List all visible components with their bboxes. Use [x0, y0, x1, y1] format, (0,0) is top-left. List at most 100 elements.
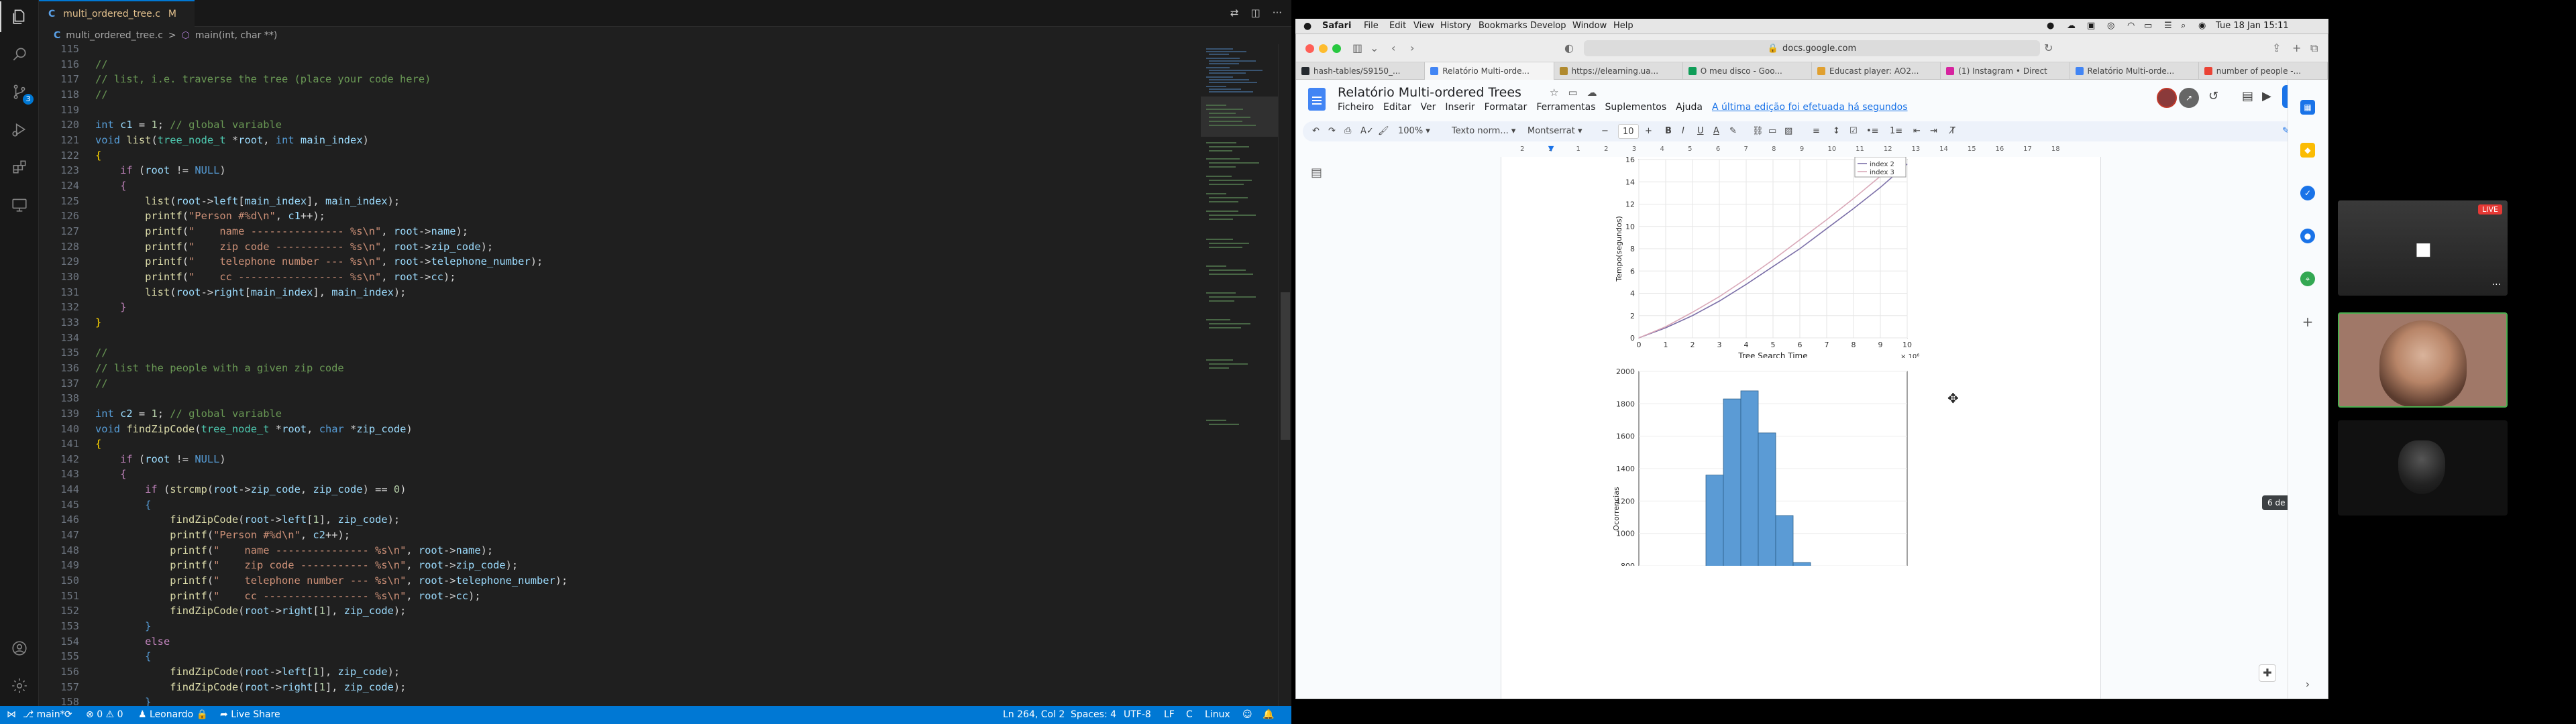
insert-image-icon[interactable]: ▨ — [1784, 121, 1792, 141]
code-line[interactable]: 151 printf(" cc ----------------- %s\n",… — [39, 589, 1201, 604]
code-line[interactable]: 121 void list(tree_node_t *root, int main… — [39, 133, 1201, 148]
editor-scrollbar[interactable] — [1278, 44, 1291, 706]
highlight-icon[interactable]: ✎ — [1729, 121, 1737, 141]
editor-tab-multi-ordered-tree[interactable]: C multi_ordered_tree.c M — [39, 0, 195, 27]
code-line[interactable]: 154 else — [39, 634, 1201, 650]
menu-help[interactable]: Help — [1613, 19, 1633, 34]
video-tile-participant[interactable] — [2338, 420, 2508, 516]
end-of-line[interactable]: LF — [1164, 706, 1175, 724]
code-line[interactable]: 146 findZipCode(root->left[1], zip_code)… — [39, 512, 1201, 528]
screen-share-icon[interactable]: ◎ — [2107, 19, 2114, 34]
menu-develop[interactable]: Develop — [1530, 19, 1566, 34]
new-tab-icon[interactable]: + — [2292, 42, 2301, 55]
calendar-icon[interactable]: ▦ — [2300, 100, 2315, 115]
apple-icon[interactable]: ● — [1303, 19, 1311, 34]
code-line[interactable]: 140 void findZipCode(tree_node_t *root, c… — [39, 422, 1201, 437]
branch-indicator[interactable]: ⎇ main* — [23, 706, 65, 724]
code-line[interactable]: 141 { — [39, 436, 1201, 452]
share-icon[interactable]: ⇪ — [2272, 42, 2281, 55]
italic-icon[interactable]: I — [1682, 121, 1684, 141]
docs-menu-ver[interactable]: Ver — [1420, 102, 1436, 113]
docs-menu-ferramentas[interactable]: Ferramentas — [1536, 102, 1595, 113]
docs-menu-suplementos[interactable]: Suplementos — [1605, 102, 1667, 113]
clear-formatting-icon[interactable]: T̸ — [1950, 121, 1955, 141]
zoom-select[interactable]: 100% ▾ — [1398, 121, 1430, 141]
redo-icon[interactable]: ↷ — [1328, 121, 1336, 141]
wifi-icon[interactable]: ◠ — [2127, 19, 2135, 34]
code-line[interactable]: 138 — [39, 391, 1201, 406]
code-line[interactable]: 125 list(root->left[main_index], main_in… — [39, 194, 1201, 209]
scrollbar-thumb[interactable] — [1281, 292, 1290, 440]
code-line[interactable]: 152 findZipCode(root->right[1], zip_code… — [39, 603, 1201, 619]
docs-menu-inserir[interactable]: Inserir — [1445, 102, 1474, 113]
code-line[interactable]: 116 // — [39, 57, 1201, 72]
text-color-icon[interactable]: A — [1713, 121, 1719, 141]
camera-status-icon[interactable]: ▣ — [2087, 19, 2095, 34]
menu-window[interactable]: Window — [1572, 19, 1607, 34]
code-line[interactable]: 131 list(root->right[main_index], main_i… — [39, 285, 1201, 300]
last-edit-link[interactable]: A última edição foi efetuada há segundos — [1712, 102, 1908, 113]
back-icon[interactable]: ‹ — [1391, 42, 1395, 55]
code-line[interactable]: 123 if (root != NULL) — [39, 163, 1201, 178]
tab-overview-icon[interactable]: ⧉ — [2310, 42, 2318, 55]
notifications-bell-icon[interactable]: 🔔 — [1263, 706, 1274, 724]
bulleted-list-icon[interactable]: •≡ — [1866, 121, 1879, 141]
style-select[interactable]: Texto norm... ▾ — [1452, 121, 1515, 141]
remote-indicator-icon[interactable]: ⋈ — [7, 706, 16, 724]
code-line[interactable]: 122 { — [39, 148, 1201, 164]
remote-explorer-icon[interactable] — [9, 194, 30, 215]
explore-button[interactable]: ✚ — [2259, 664, 2276, 682]
reload-icon[interactable]: ↻ — [2044, 42, 2053, 55]
code-line[interactable]: 142 if (root != NULL) — [39, 452, 1201, 467]
code-line[interactable]: 158 } — [39, 695, 1201, 706]
spotlight-icon[interactable]: ⌕ — [2181, 19, 2186, 34]
code-line[interactable]: 145 { — [39, 497, 1201, 513]
encoding[interactable]: UTF-8 — [1124, 706, 1151, 724]
run-debug-icon[interactable] — [9, 119, 30, 139]
browser-tab[interactable]: Educast player: AO2... — [1812, 62, 1941, 80]
code-line[interactable]: 115 — [39, 44, 1201, 57]
font-select[interactable]: Montserrat ▾ — [1527, 121, 1582, 141]
code-line[interactable]: 127 printf(" name --------------- %s\n",… — [39, 224, 1201, 239]
increase-indent-icon[interactable]: ⇥ — [1930, 121, 1937, 141]
code-line[interactable]: 139 int c2 = 1; // global variable — [39, 406, 1201, 422]
decrease-indent-icon[interactable]: ⇤ — [1913, 121, 1921, 141]
liveshare-user[interactable]: ♟ Leonardo 🔒 — [138, 706, 208, 724]
code-line[interactable]: 156 findZipCode(root->left[1], zip_code)… — [39, 664, 1201, 680]
privacy-shield-icon[interactable]: ◐ — [1564, 42, 1574, 55]
star-icon[interactable]: ☆ — [1550, 86, 1558, 99]
indent-marker-icon[interactable]: ▼ — [1548, 144, 1554, 153]
bold-icon[interactable]: B — [1665, 121, 1672, 141]
code-line[interactable]: 148 printf(" name --------------- %s\n",… — [39, 543, 1201, 558]
minimap[interactable] — [1201, 44, 1278, 706]
code-line[interactable]: 117 // list, i.e. traverse the tree (plac… — [39, 72, 1201, 87]
code-line[interactable]: 153 } — [39, 619, 1201, 634]
zoom-window-button[interactable] — [1332, 44, 1341, 53]
liveshare-button[interactable]: ➦ Live Share — [220, 706, 280, 724]
code-line[interactable]: 133} — [39, 315, 1201, 330]
browser-tab[interactable]: (1) Instagram • Direct — [1941, 62, 2070, 80]
record-icon[interactable]: ● — [2047, 19, 2054, 34]
platform[interactable]: Linux — [1205, 706, 1230, 724]
extensions-icon[interactable] — [9, 157, 30, 177]
code-line[interactable]: 137 // — [39, 376, 1201, 391]
source-control-icon[interactable]: 3 — [9, 82, 34, 105]
code-line[interactable]: 120 int c1 = 1; // global variable — [39, 117, 1201, 133]
menu-clock[interactable]: Tue 18 Jan 15:11 — [2216, 19, 2289, 34]
search-icon[interactable] — [9, 44, 30, 64]
ruler[interactable]: 2 1 1 2 3 4 5 6 7 8 9 10 11 12 13 14 15 16 17 18 ▼ — [1501, 144, 2088, 155]
code-line[interactable]: 157 findZipCode(root->right[1], zip_code… — [39, 680, 1201, 695]
code-line[interactable]: 130 printf(" cc ----------------- %s\n",… — [39, 269, 1201, 285]
collaborator-avatar[interactable] — [2157, 88, 2177, 108]
undo-icon[interactable]: ↶ — [1312, 121, 1320, 141]
code-line[interactable]: 144 if (strcmp(root->zip_code, zip_code)… — [39, 482, 1201, 497]
indentation[interactable]: Spaces: 4 — [1071, 706, 1116, 724]
browser-tab[interactable]: O meu disco - Goo... — [1683, 62, 1812, 80]
forward-icon[interactable]: › — [1410, 42, 1414, 55]
insert-comment-icon[interactable]: ▭ — [1768, 121, 1776, 141]
sidebar-icon[interactable]: ▥ — [1352, 42, 1362, 55]
code-line[interactable]: 132 } — [39, 300, 1201, 315]
docs-logo-icon[interactable] — [1308, 88, 1326, 111]
add-addon-icon[interactable]: + — [2300, 314, 2315, 330]
font-size-input[interactable]: 10 — [1618, 124, 1639, 139]
